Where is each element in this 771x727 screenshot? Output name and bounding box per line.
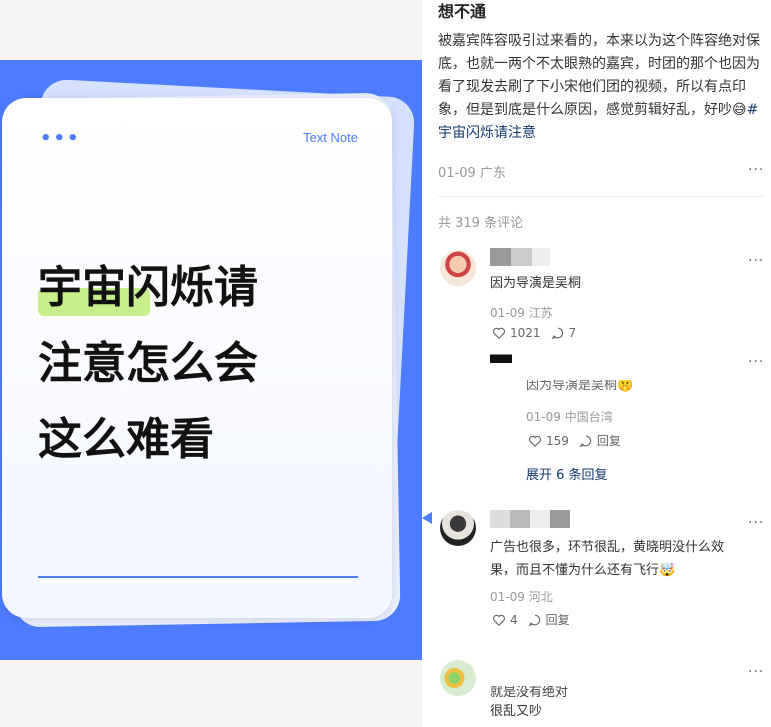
like-count: 4: [510, 612, 518, 627]
comment-icon: [528, 614, 540, 626]
like-button[interactable]: 1021: [492, 326, 541, 340]
divider: [438, 196, 763, 197]
user-avatar[interactable]: [440, 510, 476, 546]
heart-icon: [492, 327, 506, 340]
note-image[interactable]: ••• Text Note 宇宙闪烁请 注意怎么会 这么难看: [0, 0, 422, 727]
post-more-button[interactable]: ···: [748, 162, 764, 178]
comment-date: 01-09: [490, 306, 525, 320]
comment-meta: 01-09 江苏: [490, 304, 553, 321]
comment-location: 河北: [528, 590, 553, 604]
card-dots: •••: [40, 128, 81, 149]
headline-line: 这么难看: [38, 414, 214, 465]
like-button[interactable]: 159: [528, 434, 569, 448]
comment-date: 01-09: [490, 590, 525, 604]
post-location: 广东: [479, 166, 506, 181]
headline-line: 注意怎么会: [38, 338, 258, 389]
reply-label: 回复: [596, 434, 621, 448]
post-body-text: 被嘉宾阵容吸引过来看的，本来以为这个阵容绝对保底，也就一两个不太眼熟的嘉宾，时团…: [438, 33, 760, 118]
post-emoji: 😅: [732, 102, 747, 118]
comment-location: 江苏: [528, 306, 553, 320]
reply-label: 回复: [545, 613, 570, 627]
reply-meta: 01-09 中国台湾: [526, 408, 613, 425]
reply-button[interactable]: 7: [551, 326, 577, 340]
comment-more-button[interactable]: ···: [748, 664, 764, 680]
text-note-card: ••• Text Note 宇宙闪烁请 注意怎么会 这么难看: [2, 98, 392, 618]
post-title: 想不通: [438, 2, 487, 21]
comment-icon: [551, 327, 563, 340]
user-avatar[interactable]: [440, 660, 476, 696]
comment-actions: 1021 7: [492, 326, 576, 340]
reply-location: 中国台湾: [564, 410, 613, 424]
user-avatar[interactable]: [490, 350, 512, 372]
post-body: 被嘉宾阵容吸引过来看的，本来以为这个阵容绝对保底，也就一两个不太眼熟的嘉宾，时团…: [438, 30, 763, 145]
reply-date: 01-09: [526, 410, 561, 424]
comment-text: 因为导演是吴桐: [490, 276, 582, 291]
reply-text: 因为导演是吴桐🤫: [526, 380, 633, 392]
comment-meta: 01-09 河北: [490, 588, 553, 605]
headline-line: 宇宙闪烁请: [38, 262, 258, 313]
heart-icon: [492, 614, 506, 626]
like-count: 1021: [510, 326, 541, 340]
expand-replies-button[interactable]: 展开 6 条回复: [526, 464, 608, 483]
post-detail-panel: 想不通 被嘉宾阵容吸引过来看的，本来以为这个阵容绝对保底，也就一两个不太眼熟的嘉…: [422, 0, 771, 727]
comment-text-line2: 很乱又吵: [490, 704, 543, 719]
card-tag: Text Note: [303, 130, 358, 145]
comment-emoji: 🤯: [659, 563, 676, 578]
comment-count: 共 319 条评论: [438, 216, 524, 231]
heart-icon: [528, 435, 542, 447]
username-blurred[interactable]: [490, 510, 570, 528]
reply-button[interactable]: 回复: [528, 611, 570, 628]
comment-actions: 4 回复: [492, 611, 570, 628]
comment-icon: [579, 435, 592, 447]
reply-emoji: 🤫: [617, 380, 634, 392]
reply-button[interactable]: 回复: [579, 432, 621, 449]
active-marker: [422, 512, 432, 524]
comment-text: 就是没有绝对: [490, 686, 569, 700]
comment-more-button[interactable]: ···: [748, 354, 764, 370]
reply-count: 7: [568, 326, 577, 340]
like-count: 159: [546, 433, 569, 448]
comment-text-content: 广告也很多，环节很乱，黄晓明没什么效果，而且不懂为什么还有飞行: [490, 540, 725, 578]
reply-text-content: 因为导演是吴桐: [526, 380, 618, 392]
user-avatar[interactable]: [440, 250, 476, 286]
post-date: 01-09: [438, 166, 476, 181]
card-divider: [38, 576, 358, 578]
post-meta: 01-09 广东: [438, 162, 506, 181]
card-headline: 宇宙闪烁请 注意怎么会 这么难看: [38, 250, 368, 478]
like-button[interactable]: 4: [492, 613, 518, 627]
comment-text: 广告也很多，环节很乱，黄晓明没什么效果，而且不懂为什么还有飞行🤯: [490, 536, 730, 582]
username-blurred[interactable]: [490, 248, 550, 266]
reply-actions: 159 回复: [528, 432, 621, 449]
comment-more-button[interactable]: ···: [748, 253, 764, 269]
comment-more-button[interactable]: ···: [748, 515, 764, 531]
